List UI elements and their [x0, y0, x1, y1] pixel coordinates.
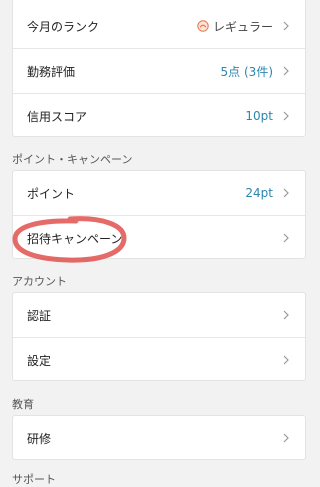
work-evaluation-value: 5点 (3件) — [220, 64, 273, 79]
credit-score-row[interactable]: 信用スコア 10pt — [13, 94, 305, 138]
education-card: 研修 — [12, 415, 306, 460]
training-label: 研修 — [27, 431, 52, 446]
chevron-right-icon — [283, 433, 289, 443]
invite-campaign-row[interactable]: 招待キャンペーン — [13, 216, 305, 260]
monthly-rank-value: レギュラー — [212, 19, 273, 34]
chevron-right-icon — [283, 66, 289, 76]
invite-campaign-label: 招待キャンペーン — [27, 231, 123, 246]
authentication-row[interactable]: 認証 — [13, 293, 305, 337]
points-row[interactable]: ポイント 24pt — [13, 171, 305, 215]
authentication-label: 認証 — [27, 308, 52, 323]
profile-stats-card: 今月のランク レギュラー 勤務評価 5点 (3件) 信用スコア 10pt — [12, 0, 306, 137]
chevron-right-icon — [283, 233, 289, 243]
chevron-right-icon — [283, 355, 289, 365]
account-card: 認証 設定 — [12, 292, 306, 381]
credit-score-value: 10pt — [245, 109, 273, 123]
work-evaluation-row[interactable]: 勤務評価 5点 (3件) — [13, 49, 305, 93]
credit-score-label: 信用スコア — [27, 109, 88, 124]
chevron-right-icon — [283, 21, 289, 31]
training-row[interactable]: 研修 — [13, 416, 305, 460]
account-section-title: アカウント — [12, 275, 67, 288]
rank-badge-icon — [197, 20, 209, 32]
monthly-rank-row[interactable]: 今月のランク レギュラー — [13, 4, 305, 48]
chevron-right-icon — [283, 310, 289, 320]
chevron-right-icon — [283, 111, 289, 121]
points-value: 24pt — [245, 186, 273, 200]
settings-label: 設定 — [27, 353, 52, 368]
monthly-rank-value-wrap: レギュラー — [197, 18, 273, 35]
settings-row[interactable]: 設定 — [13, 338, 305, 382]
points-card: ポイント 24pt 招待キャンペーン — [12, 170, 306, 259]
points-section-title: ポイント・キャンペーン — [12, 153, 133, 166]
monthly-rank-label: 今月のランク — [27, 19, 100, 34]
support-section-title: サポート — [12, 473, 56, 486]
work-evaluation-label: 勤務評価 — [27, 64, 76, 79]
education-section-title: 教育 — [12, 398, 34, 411]
points-label: ポイント — [27, 186, 76, 201]
chevron-right-icon — [283, 188, 289, 198]
